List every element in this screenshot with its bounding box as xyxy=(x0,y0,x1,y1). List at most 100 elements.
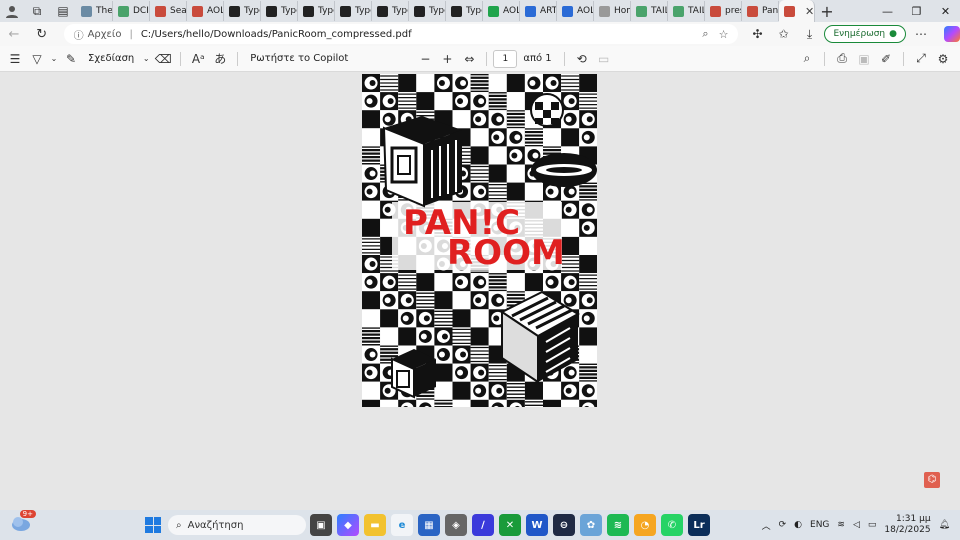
browser-tab[interactable]: TAIL xyxy=(668,1,705,21)
app-link-icon[interactable]: ⊖ xyxy=(553,514,575,536)
browser-tab[interactable]: Type xyxy=(372,1,409,21)
file-explorer-icon[interactable]: ▬ xyxy=(364,514,386,536)
spotify-icon[interactable]: ≋ xyxy=(607,514,629,536)
edge-browser-icon[interactable]: e xyxy=(391,514,413,536)
profile-icon[interactable] xyxy=(0,0,24,22)
extensions-icon[interactable]: ✣ xyxy=(746,27,768,41)
highlight-dropdown-icon[interactable]: ⌄ xyxy=(48,54,60,63)
browser-tab[interactable]: Type xyxy=(409,1,446,21)
app-cube-icon[interactable]: ◈ xyxy=(445,514,467,536)
poster-title-line2: ROOM xyxy=(447,233,565,273)
browser-tab[interactable]: Type xyxy=(261,1,298,21)
update-button[interactable]: Ενημέρωση ● xyxy=(824,25,906,43)
browser-tab[interactable]: Searc xyxy=(150,1,187,21)
tab-favicon-icon xyxy=(747,5,758,17)
workspaces-icon[interactable]: ⧉ xyxy=(24,0,50,22)
zoom-in-icon[interactable]: + xyxy=(436,52,458,66)
page-number-input[interactable]: 1 xyxy=(493,49,518,68)
acrobat-icon[interactable]: ⌬ xyxy=(924,472,940,488)
browser-tab[interactable]: AOL xyxy=(557,1,594,21)
browser-tab[interactable]: Hom xyxy=(594,1,631,21)
browser-tab[interactable]: ART xyxy=(520,1,557,21)
refresh-icon[interactable]: ↻ xyxy=(28,27,56,42)
tray-chevron-icon[interactable]: ︿ xyxy=(762,519,771,532)
browser-tab[interactable]: AOL xyxy=(483,1,520,21)
xbox-icon[interactable]: ✕ xyxy=(499,514,521,536)
new-tab-button[interactable]: + xyxy=(815,2,839,21)
pdf-viewer[interactable]: PAN!C ROOM ⌬ xyxy=(0,72,960,510)
favorite-star-icon[interactable]: ☆ xyxy=(719,28,729,41)
clock[interactable]: 1:31 μμ 18/2/2025 xyxy=(884,514,930,536)
copilot-app-icon[interactable]: ◆ xyxy=(337,514,359,536)
zoom-icon[interactable]: ⌕ xyxy=(702,27,708,41)
tray-app-icon[interactable]: ⟳ xyxy=(779,520,787,530)
address-bar[interactable]: ⓘ Αρχείο | C:/Users/hello/Downloads/Pani… xyxy=(63,24,739,44)
browser-tab[interactable]: Pani xyxy=(742,1,779,21)
highlight-icon[interactable]: ▽ xyxy=(26,52,48,66)
restore-icon[interactable]: ❐ xyxy=(902,0,931,22)
lightroom-icon[interactable]: Lr xyxy=(688,514,710,536)
search-pdf-icon[interactable]: ⌕ xyxy=(796,51,818,66)
browser-tab[interactable]: Type xyxy=(224,1,261,21)
active-browser-tab[interactable]: ✕ xyxy=(779,0,815,22)
back-icon[interactable]: ← xyxy=(0,27,28,42)
browser-tab[interactable]: Type xyxy=(446,1,483,21)
save-icon[interactable]: ▣ xyxy=(853,52,875,66)
rotate-icon[interactable]: ⟲ xyxy=(571,52,593,66)
print-icon[interactable]: ⎙ xyxy=(831,51,853,66)
app-settings-icon[interactable]: ✿ xyxy=(580,514,602,536)
ms-store-icon[interactable]: ▦ xyxy=(418,514,440,536)
read-aloud-icon[interactable]: Aᵃ xyxy=(187,52,209,66)
fit-page-icon[interactable]: ⇔ xyxy=(458,52,480,66)
task-view-icon[interactable]: ▣ xyxy=(310,514,332,536)
tab-favicon-icon xyxy=(303,5,314,17)
draw-label[interactable]: Σχεδίαση xyxy=(88,53,134,64)
draw-dropdown-icon[interactable]: ⌄ xyxy=(140,54,152,63)
browser-tab[interactable]: DCIM xyxy=(113,1,150,21)
app-chart-icon[interactable]: ∕ xyxy=(472,514,494,536)
browser-tab[interactable]: AOL xyxy=(187,1,224,21)
tab-favicon-icon xyxy=(155,5,166,17)
wifi-icon[interactable]: ≋ xyxy=(837,520,845,530)
translate-icon[interactable]: あ xyxy=(209,50,231,67)
word-icon[interactable]: W xyxy=(526,514,548,536)
more-options-icon[interactable]: ⋯ xyxy=(910,27,932,41)
clock-time: 1:31 μμ xyxy=(896,514,931,524)
weather-widget-icon[interactable]: 9+ xyxy=(10,510,36,536)
language-indicator[interactable]: ENG xyxy=(810,520,829,530)
page-view-icon[interactable]: ▭ xyxy=(593,52,615,66)
close-window-icon[interactable]: ✕ xyxy=(931,0,960,22)
browser-tab[interactable]: pres xyxy=(705,1,742,21)
tab-favicon-icon xyxy=(562,5,573,17)
ask-copilot-button[interactable]: Ρωτήστε το Copilot xyxy=(250,53,348,64)
tray-network-app-icon[interactable]: ◐ xyxy=(794,520,802,530)
favorites-icon[interactable]: ✩ xyxy=(772,27,794,41)
save-as-icon[interactable]: ✐ xyxy=(875,52,897,66)
browser-tab-bar: ⧉ ▤ TheDCIMSearcAOLTypeTypeTypeTypeTypeT… xyxy=(0,0,960,22)
zoom-out-icon[interactable]: − xyxy=(414,52,436,66)
contents-icon[interactable]: ☰ xyxy=(4,52,26,66)
battery-icon[interactable]: ▭ xyxy=(868,520,877,530)
eraser-icon[interactable]: ⌫ xyxy=(152,52,174,66)
url-text[interactable]: C:/Users/hello/Downloads/PanicRoom_compr… xyxy=(141,29,693,40)
settings-gear-icon[interactable]: ⚙ xyxy=(932,52,954,66)
browser-tab[interactable]: TAIL xyxy=(631,1,668,21)
browser-tab[interactable]: Type xyxy=(298,1,335,21)
downloads-icon[interactable]: ⤓ xyxy=(798,27,820,42)
browser-tab[interactable]: The xyxy=(76,1,113,21)
minimize-icon[interactable]: — xyxy=(873,0,902,22)
firefox-icon[interactable]: ◔ xyxy=(634,514,656,536)
tab-label: ART xyxy=(540,6,557,16)
copilot-icon[interactable] xyxy=(944,26,960,42)
vertical-tabs-icon[interactable]: ▤ xyxy=(50,0,76,22)
taskbar-search-input[interactable]: ⌕ Αναζήτηση xyxy=(168,515,306,535)
fullscreen-icon[interactable]: ⤢ xyxy=(910,51,932,66)
browser-tab[interactable]: Type xyxy=(335,1,372,21)
notification-bell-icon[interactable]: 🔔︎ xyxy=(939,520,950,530)
volume-icon[interactable]: ◁ xyxy=(853,520,860,530)
windows-start-icon[interactable] xyxy=(145,517,161,533)
info-icon[interactable]: ⓘ xyxy=(74,27,84,42)
close-tab-icon[interactable]: ✕ xyxy=(805,5,814,18)
draw-icon[interactable]: ✎ xyxy=(60,52,82,66)
whatsapp-icon[interactable]: ✆ xyxy=(661,514,683,536)
